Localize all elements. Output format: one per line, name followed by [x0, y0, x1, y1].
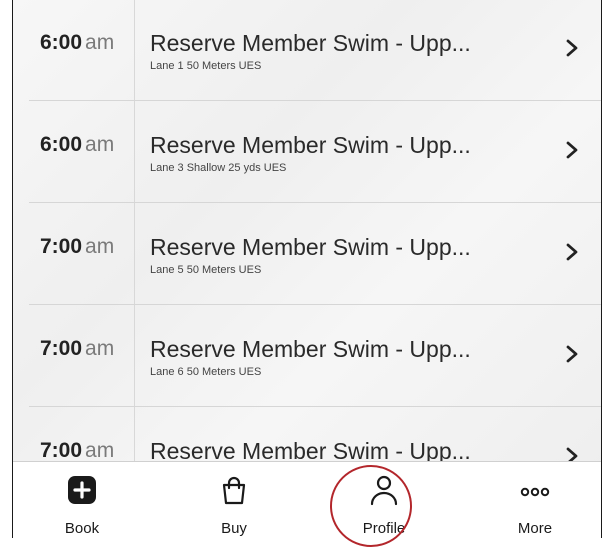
- bottom-tab-bar: Book Buy Profile More: [13, 461, 601, 538]
- session-title: Reserve Member Swim - Upp...: [150, 438, 471, 461]
- session-ampm: am: [85, 31, 115, 54]
- session-time: 7:00 am: [40, 235, 114, 259]
- session-hour: 7:00: [40, 439, 83, 461]
- row-separator: [29, 100, 601, 101]
- row-separator: [29, 406, 601, 407]
- chevron-right-icon[interactable]: [561, 343, 583, 365]
- session-hour: 6:00: [40, 133, 83, 156]
- session-time: 7:00 am: [40, 337, 114, 361]
- tab-label: More: [517, 520, 553, 537]
- session-subtitle: Lane 5 50 Meters UES: [150, 264, 262, 276]
- session-title: Reserve Member Swim - Upp...: [150, 336, 471, 362]
- class-list[interactable]: 6:00 am Reserve Member Swim - Upp... Lane…: [13, 0, 601, 461]
- list-item[interactable]: 7:00 am Reserve Member Swim - Upp...: [13, 408, 601, 461]
- session-time: 6:00 am: [40, 133, 114, 157]
- chevron-right-icon[interactable]: [561, 241, 583, 263]
- list-item[interactable]: 7:00 am Reserve Member Swim - Upp... Lane…: [13, 306, 601, 407]
- session-ampm: am: [85, 439, 115, 461]
- session-title: Reserve Member Swim - Upp...: [150, 132, 471, 158]
- list-item[interactable]: 6:00 am Reserve Member Swim - Upp... Lane…: [13, 0, 601, 101]
- tab-more[interactable]: More: [475, 462, 595, 538]
- app-frame: 6:00 am Reserve Member Swim - Upp... Lane…: [12, 0, 602, 538]
- session-time: 6:00 am: [40, 31, 114, 55]
- plus-square-icon: [68, 476, 96, 504]
- more-dots-icon: [520, 487, 550, 497]
- session-title: Reserve Member Swim - Upp...: [150, 30, 471, 56]
- session-ampm: am: [85, 133, 115, 156]
- row-separator: [29, 202, 601, 203]
- session-subtitle: Lane 3 Shallow 25 yds UES: [150, 162, 287, 174]
- list-item[interactable]: 6:00 am Reserve Member Swim - Upp... Lane…: [13, 102, 601, 203]
- session-ampm: am: [85, 235, 115, 258]
- session-hour: 7:00: [40, 337, 83, 360]
- session-ampm: am: [85, 337, 115, 360]
- chevron-right-icon[interactable]: [561, 139, 583, 161]
- list-item[interactable]: 7:00 am Reserve Member Swim - Upp... Lane…: [13, 204, 601, 305]
- chevron-right-icon[interactable]: [561, 445, 583, 461]
- tab-label: Buy: [221, 520, 247, 537]
- tab-book[interactable]: Book: [22, 462, 142, 538]
- tab-buy[interactable]: Buy: [174, 462, 294, 538]
- session-subtitle: Lane 6 50 Meters UES: [150, 366, 262, 378]
- tab-label: Book: [64, 520, 100, 537]
- row-separator: [29, 304, 601, 305]
- session-time: 7:00 am: [40, 439, 114, 461]
- chevron-right-icon[interactable]: [561, 37, 583, 59]
- session-hour: 7:00: [40, 235, 83, 258]
- profile-highlight-ring: [330, 465, 412, 547]
- shopping-bag-icon: [222, 476, 246, 505]
- session-subtitle: Lane 1 50 Meters UES: [150, 60, 262, 72]
- session-hour: 6:00: [40, 31, 83, 54]
- session-title: Reserve Member Swim - Upp...: [150, 234, 471, 260]
